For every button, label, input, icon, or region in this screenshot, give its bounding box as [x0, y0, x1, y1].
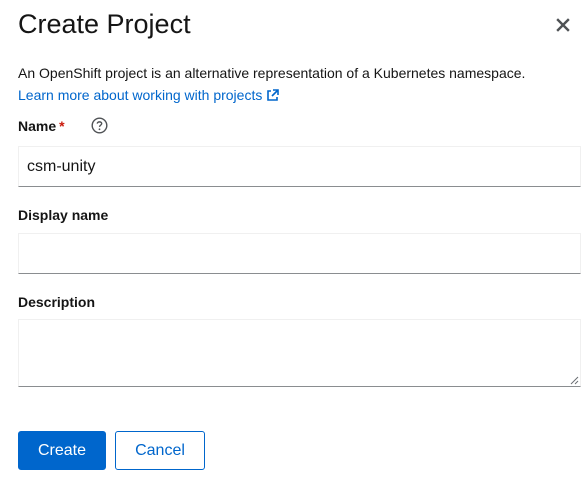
- display-name-input[interactable]: [18, 233, 581, 274]
- learn-more-link-label: Learn more about working with projects: [18, 87, 263, 103]
- name-label-text: Name: [18, 118, 57, 134]
- cancel-button[interactable]: Cancel: [115, 431, 205, 470]
- display-name-label: Display name: [18, 207, 109, 223]
- required-marker: *: [59, 118, 65, 134]
- description-textarea[interactable]: [18, 319, 581, 387]
- name-field-label: Name *: [18, 116, 65, 136]
- create-button[interactable]: Create: [18, 431, 106, 470]
- create-project-modal: Create Project An OpenShift project is a…: [0, 0, 588, 485]
- question-circle-icon[interactable]: [91, 117, 108, 134]
- close-icon[interactable]: [553, 15, 573, 35]
- name-input[interactable]: [18, 146, 581, 187]
- external-link-icon: [267, 88, 280, 101]
- description-label: Description: [18, 294, 96, 310]
- learn-more-link[interactable]: Learn more about working with projects: [18, 85, 280, 105]
- modal-title: Create Project: [18, 9, 191, 39]
- resize-handle-icon[interactable]: [570, 376, 579, 385]
- modal-description: An OpenShift project is an alternative r…: [18, 65, 526, 81]
